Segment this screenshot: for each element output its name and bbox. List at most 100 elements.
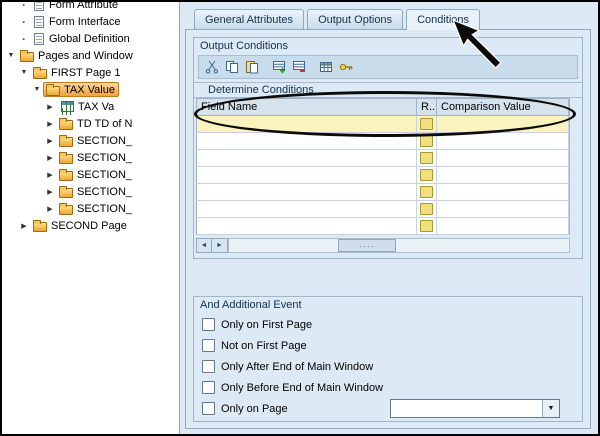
tree-item-section-8[interactable]: ▶SECTION_ bbox=[2, 132, 179, 149]
tab-general-attributes[interactable]: General Attributes bbox=[194, 9, 304, 29]
field-name-cell[interactable] bbox=[197, 184, 417, 200]
field-name-cell[interactable] bbox=[197, 218, 417, 234]
expand-arrow-icon[interactable]: ▶ bbox=[44, 188, 56, 196]
folder-icon bbox=[59, 205, 73, 215]
select-all-icon[interactable] bbox=[316, 58, 336, 77]
comparison-value-cell[interactable] bbox=[437, 218, 569, 234]
tree-item-td-td-of-n-7[interactable]: ▶TD TD of N bbox=[2, 115, 179, 132]
reference-indicator[interactable] bbox=[420, 169, 433, 181]
comparison-value-cell[interactable] bbox=[437, 133, 569, 149]
tree-item-section-10[interactable]: ▶ SECTION_ bbox=[2, 166, 179, 183]
field-name-cell[interactable] bbox=[197, 167, 417, 183]
tree-item-label: SECTION_ bbox=[76, 186, 132, 198]
reference-indicator[interactable] bbox=[420, 220, 433, 232]
comparison-value-cell[interactable] bbox=[437, 167, 569, 183]
expand-arrow-icon[interactable]: ▶ bbox=[44, 171, 56, 179]
collapse-arrow-icon[interactable]: ▼ bbox=[5, 52, 17, 59]
field-name-cell[interactable] bbox=[197, 201, 417, 217]
page-combobox[interactable]: ▼ bbox=[390, 399, 560, 418]
expand-arrow-icon[interactable]: ▶ bbox=[44, 137, 56, 145]
tree-item-first-page-1-4[interactable]: ▼FIRST Page 1 bbox=[2, 64, 179, 81]
comparison-value-cell[interactable] bbox=[437, 184, 569, 200]
tree-item-form-attribute-0[interactable]: ·Form Attribute bbox=[2, 2, 179, 13]
scroll-left-button[interactable]: ◄ bbox=[196, 238, 212, 253]
column-header-comparison-value[interactable]: Comparison Value bbox=[437, 99, 569, 115]
checkbox-only-before-end-of-main-window[interactable] bbox=[202, 381, 215, 394]
checkbox-label: Not on First Page bbox=[221, 340, 307, 352]
checkbox-not-on-first-page[interactable] bbox=[202, 339, 215, 352]
bullet-icon: · bbox=[18, 2, 30, 12]
collapse-arrow-icon[interactable]: ▼ bbox=[31, 86, 43, 93]
dropdown-arrow-icon[interactable]: ▼ bbox=[542, 400, 559, 417]
reference-indicator[interactable] bbox=[420, 186, 433, 198]
checkbox-only-on-first-page[interactable] bbox=[202, 318, 215, 331]
tree-item-label: TAX Va bbox=[77, 101, 114, 113]
table-row[interactable] bbox=[196, 133, 570, 150]
reference-cell[interactable] bbox=[417, 167, 437, 183]
scrollbar-thumb[interactable]: ···· bbox=[338, 239, 396, 252]
paste-icon[interactable] bbox=[242, 58, 262, 77]
expand-arrow-icon[interactable]: ▶ bbox=[18, 222, 30, 230]
checkbox-row-only-before-end-of-main-window: Only Before End of Main Window bbox=[194, 377, 582, 398]
reference-indicator[interactable] bbox=[420, 203, 433, 215]
reference-cell[interactable] bbox=[417, 201, 437, 217]
table-row[interactable] bbox=[196, 150, 570, 167]
key-icon[interactable] bbox=[336, 58, 356, 77]
reference-cell[interactable] bbox=[417, 150, 437, 166]
checkbox-only-after-end-of-main-window[interactable] bbox=[202, 360, 215, 373]
tree-item-section-9[interactable]: ▶SECTION_ bbox=[2, 149, 179, 166]
reference-cell[interactable] bbox=[417, 184, 437, 200]
field-name-cell[interactable] bbox=[197, 133, 417, 149]
expand-arrow-icon[interactable]: ▶ bbox=[44, 103, 56, 111]
cut-icon[interactable] bbox=[202, 58, 222, 77]
reference-cell[interactable] bbox=[417, 133, 437, 149]
scrollbar-track[interactable]: ···· bbox=[228, 238, 570, 253]
checkbox-label: Only Before End of Main Window bbox=[221, 382, 383, 394]
checkbox-only-on-page[interactable] bbox=[202, 402, 215, 415]
expand-arrow-icon[interactable]: ▶ bbox=[44, 205, 56, 213]
table-row[interactable] bbox=[196, 167, 570, 184]
tab-output-options[interactable]: Output Options bbox=[307, 9, 403, 29]
comparison-value-cell[interactable] bbox=[437, 150, 569, 166]
copy-icon[interactable] bbox=[222, 58, 242, 77]
tree-item-second-page-13[interactable]: ▶SECOND Page bbox=[2, 217, 179, 234]
reference-cell[interactable] bbox=[417, 218, 437, 234]
folder-icon bbox=[33, 222, 47, 232]
scroll-right-button[interactable]: ► bbox=[212, 238, 228, 253]
conditions-table: Field NameR..Comparison Value bbox=[196, 98, 570, 235]
field-name-cell[interactable] bbox=[197, 150, 417, 166]
collapse-arrow-icon[interactable]: ▼ bbox=[18, 69, 30, 76]
tree-item-form-interface-1[interactable]: ·Form Interface bbox=[2, 13, 179, 30]
checkbox-row-only-on-page: Only on Page ▼ bbox=[194, 398, 582, 419]
delete-row-icon[interactable] bbox=[289, 58, 309, 77]
column-header-field-name[interactable]: Field Name bbox=[197, 99, 417, 115]
tree-item-global-definition-2[interactable]: ·Global Definition bbox=[2, 30, 179, 47]
tree-item-tax-value-5[interactable]: ▼TAX Value bbox=[2, 81, 179, 98]
column-header-r[interactable]: R.. bbox=[417, 99, 437, 115]
insert-row-icon[interactable] bbox=[269, 58, 289, 77]
tree-item-section-12[interactable]: ▶SECTION_ bbox=[2, 200, 179, 217]
folder-icon bbox=[59, 137, 73, 147]
reference-indicator[interactable] bbox=[420, 152, 433, 164]
tab-conditions[interactable]: Conditions bbox=[406, 9, 480, 30]
horizontal-scrollbar[interactable]: ◄ ► ···· bbox=[196, 238, 570, 253]
tree-item-pages-and-window-3[interactable]: ▼Pages and Window bbox=[2, 47, 179, 64]
table-row[interactable] bbox=[196, 218, 570, 235]
tree-item-label: SECTION_ bbox=[76, 169, 132, 181]
expand-arrow-icon[interactable]: ▶ bbox=[44, 154, 56, 162]
checkbox-label: Only on Page bbox=[221, 403, 288, 415]
navigation-tree-panel: ·Form Attribute·Form Interface·Global De… bbox=[2, 2, 180, 434]
reference-indicator[interactable] bbox=[420, 118, 433, 130]
table-row[interactable] bbox=[196, 116, 570, 133]
table-row[interactable] bbox=[196, 201, 570, 218]
reference-indicator[interactable] bbox=[420, 135, 433, 147]
expand-arrow-icon[interactable]: ▶ bbox=[44, 120, 56, 128]
tree-item-section-11[interactable]: ▶ SECTION_ bbox=[2, 183, 179, 200]
folder-icon bbox=[59, 120, 73, 130]
comparison-value-cell[interactable] bbox=[437, 201, 569, 217]
table-row[interactable] bbox=[196, 184, 570, 201]
reference-cell[interactable] bbox=[417, 116, 437, 132]
tree-item-tax-va-6[interactable]: ▶ TAX Va bbox=[2, 98, 179, 115]
field-name-cell[interactable] bbox=[197, 116, 417, 132]
comparison-value-cell[interactable] bbox=[437, 116, 569, 132]
